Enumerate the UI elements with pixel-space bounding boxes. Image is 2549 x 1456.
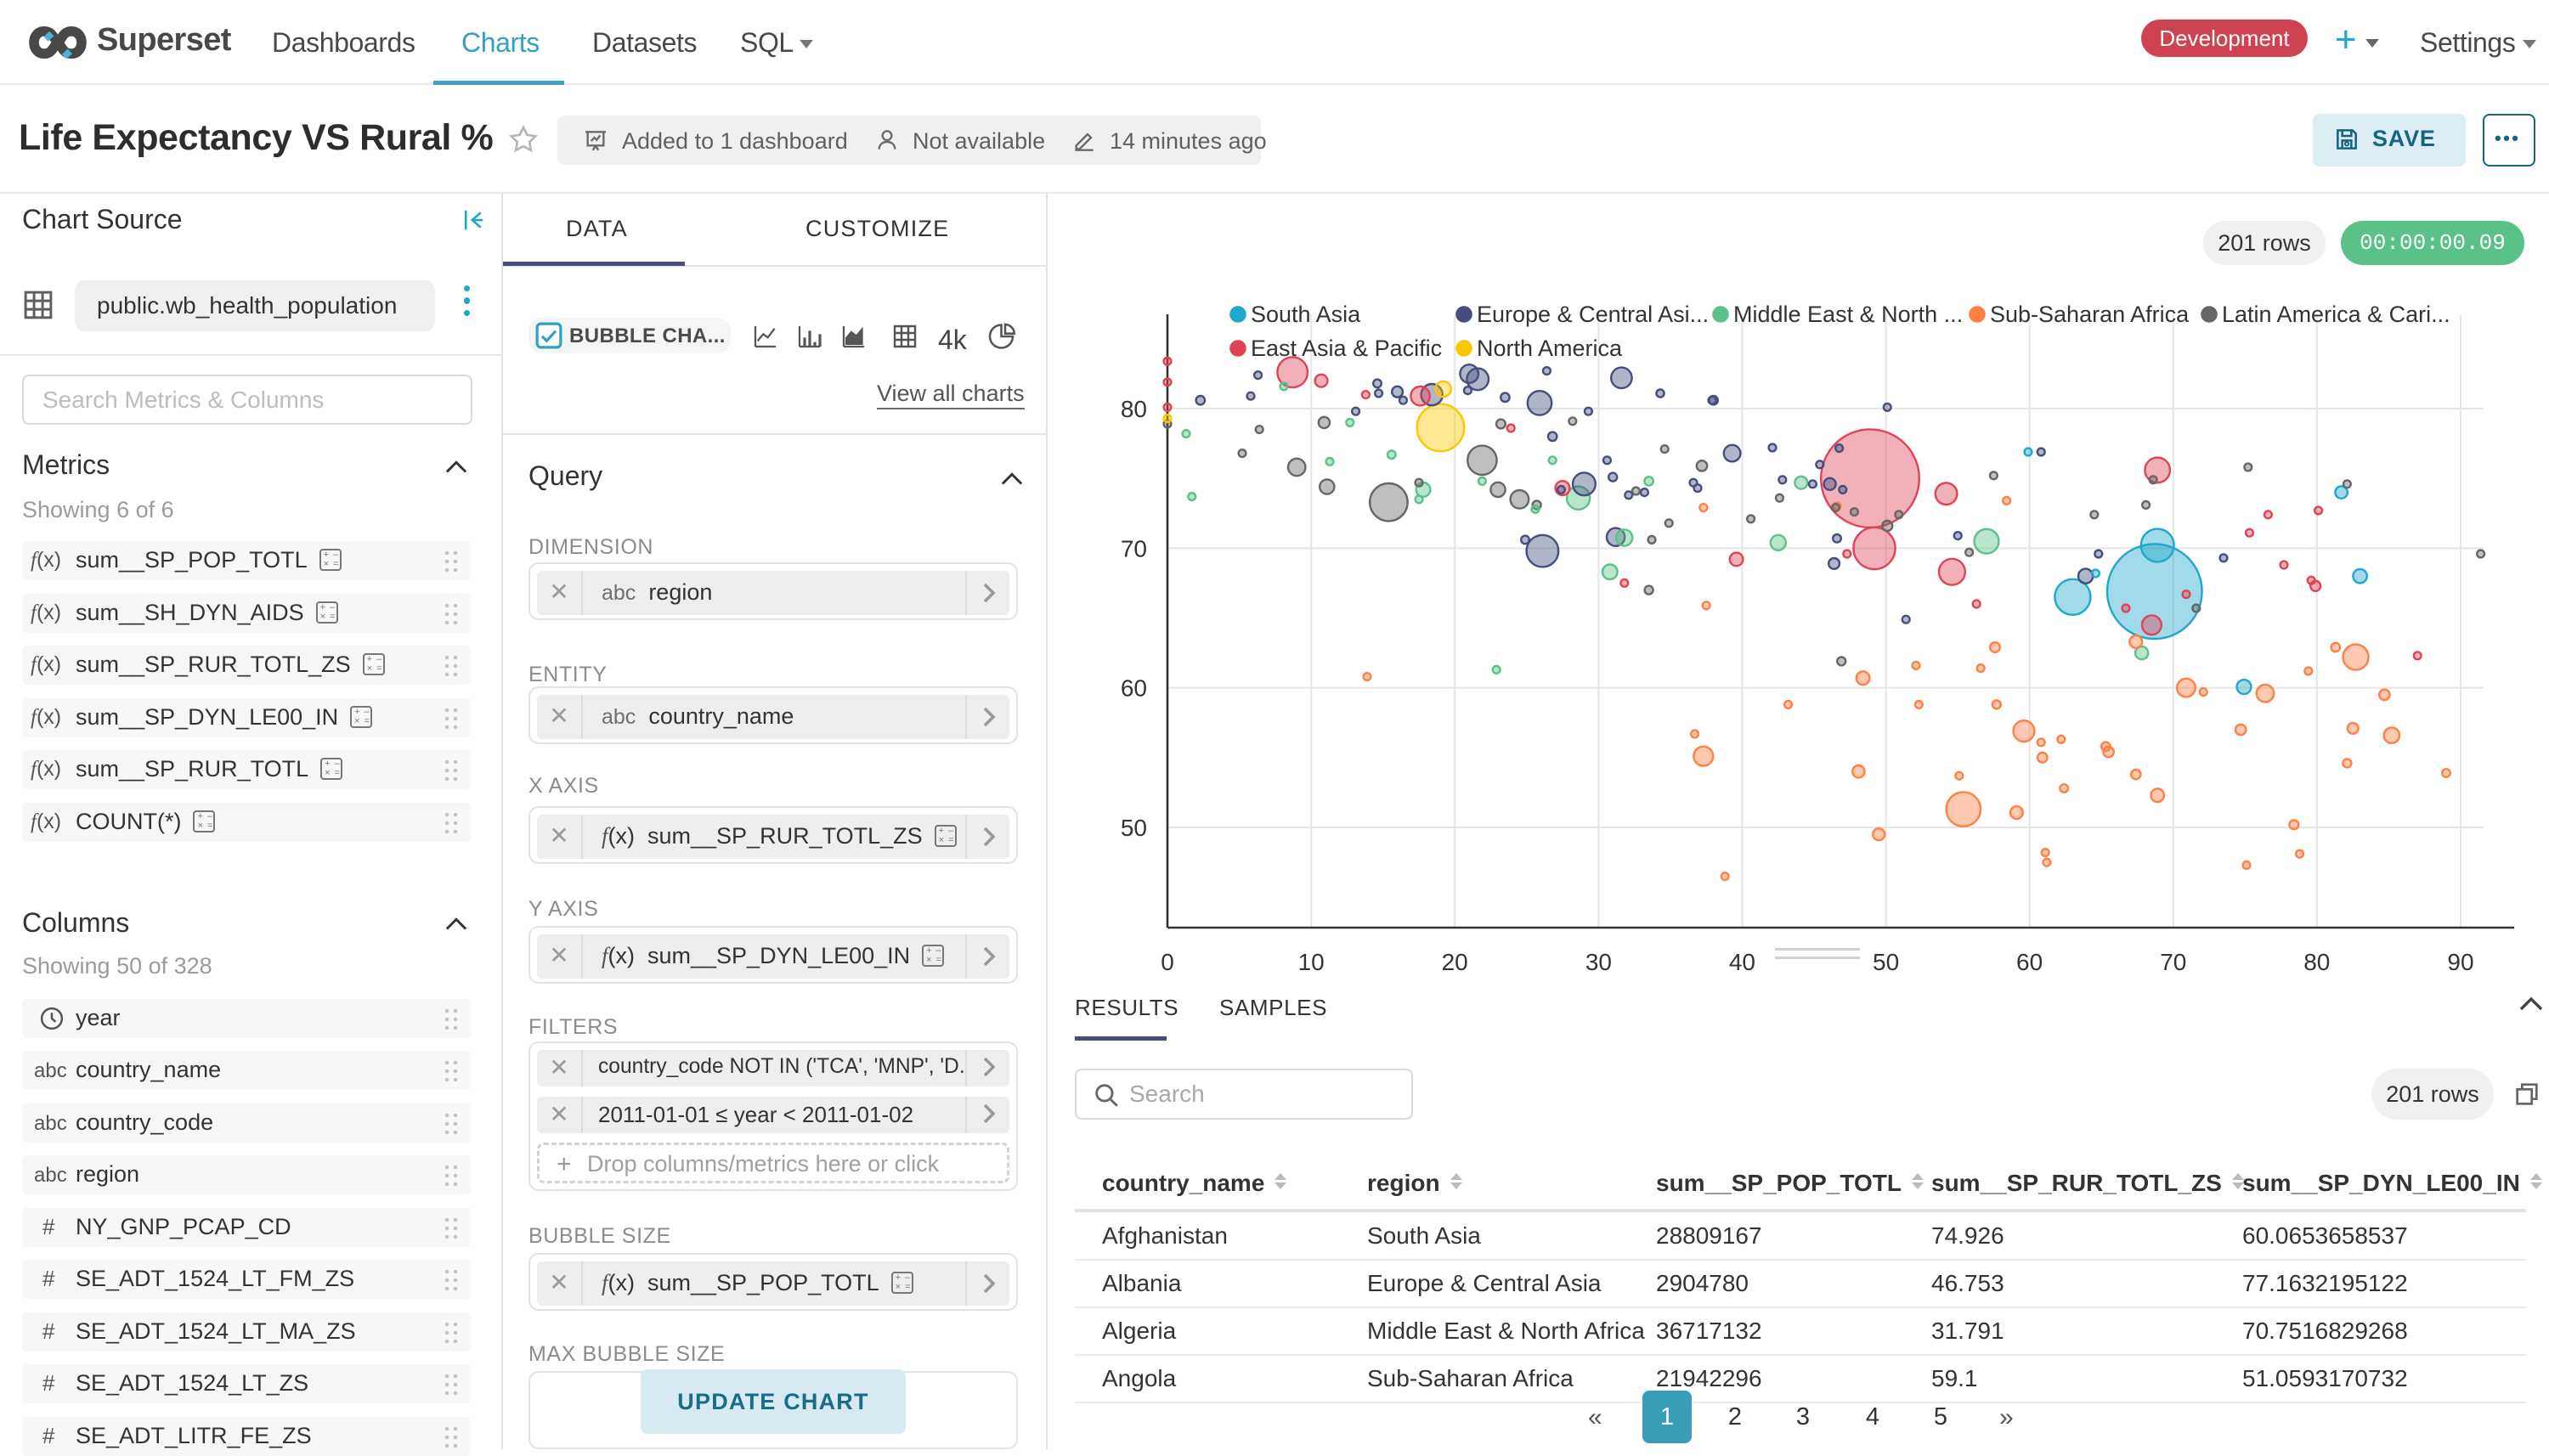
svg-text:20: 20 <box>1442 949 1468 975</box>
svg-text:90: 90 <box>2447 949 2473 975</box>
svg-text:10: 10 <box>1298 949 1325 975</box>
svg-text:South Asia: South Asia <box>1251 302 1361 327</box>
svg-text:70: 70 <box>1121 535 1147 562</box>
svg-text:0: 0 <box>1161 949 1174 975</box>
svg-text:Latin America & Cari...: Latin America & Cari... <box>2222 302 2450 327</box>
svg-text:40: 40 <box>1729 949 1755 975</box>
svg-text:60: 60 <box>1121 675 1147 702</box>
svg-text:Middle East & North ...: Middle East & North ... <box>1733 302 1963 327</box>
svg-text:Europe & Central Asi...: Europe & Central Asi... <box>1477 302 1709 327</box>
svg-text:East Asia & Pacific: East Asia & Pacific <box>1251 336 1442 361</box>
svg-text:50: 50 <box>1873 949 1899 975</box>
svg-text:50: 50 <box>1121 815 1147 841</box>
svg-text:60: 60 <box>2016 949 2043 975</box>
svg-text:70: 70 <box>2160 949 2186 975</box>
svg-text:Sub-Saharan Africa: Sub-Saharan Africa <box>1990 302 2190 327</box>
svg-text:80: 80 <box>2303 949 2330 975</box>
svg-text:North America: North America <box>1477 336 1623 361</box>
svg-text:30: 30 <box>1585 949 1612 975</box>
svg-text:80: 80 <box>1121 396 1147 422</box>
